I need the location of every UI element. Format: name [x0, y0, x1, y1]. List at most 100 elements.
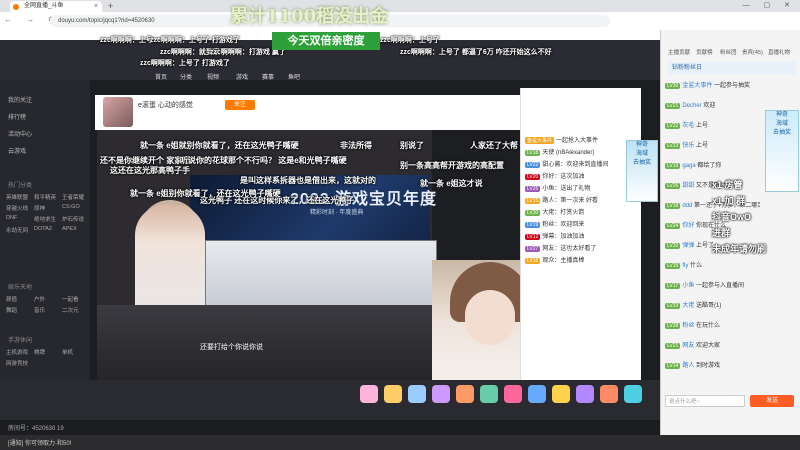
notification-text: [通知] 你可领取力·和50!: [8, 441, 72, 447]
user-name[interactable]: 甜甜: [682, 183, 694, 189]
user-name[interactable]: 粉丝: [682, 323, 694, 329]
gift-icon[interactable]: [624, 385, 642, 403]
user-name[interactable]: 网友: [682, 343, 694, 349]
chat-level-badge: 金鲨大事件: [525, 137, 555, 144]
sidebar-category[interactable]: 王者荣耀: [62, 193, 84, 201]
right-chat-row: LV22 灰毛 上号: [665, 120, 760, 129]
chat-message: 一起参与抽奖: [712, 83, 750, 89]
right-tab[interactable]: 主播贡献: [668, 48, 690, 56]
sidebar-category[interactable]: 棋牌: [34, 348, 45, 356]
level-badge: LV23: [665, 143, 681, 149]
user-name[interactable]: ddd: [682, 203, 692, 209]
level-badge: LV26: [665, 183, 681, 189]
danmu-comment: 就一条 e姐这才说: [420, 179, 483, 188]
sidebar-category[interactable]: 炉石传说: [62, 215, 84, 223]
danmu-comment: 就一条 e姐别你就看了，还在这光鸭子嘴硬: [130, 189, 281, 198]
user-name[interactable]: 金鲨大事件: [682, 83, 712, 89]
user-name[interactable]: 灰毛: [682, 123, 694, 129]
promo-tile[interactable]: 神奇 海域 去抽奖: [626, 140, 658, 202]
sidebar-category[interactable]: 二次元: [62, 306, 79, 314]
follow-button[interactable]: 关注: [225, 100, 255, 110]
sidebar-item[interactable]: 云游戏: [8, 146, 26, 155]
gift-icon[interactable]: [528, 385, 546, 403]
right-tab[interactable]: 贡献榜: [696, 48, 713, 56]
danmu-comment: zzc啊啊啊：上号: [100, 37, 153, 44]
right-promo-line2: 海域: [775, 121, 788, 127]
sidebar-category[interactable]: CS:GO: [62, 204, 80, 210]
sidebar-category[interactable]: 绝地求生: [34, 215, 56, 223]
user-name[interactable]: 弹弹: [682, 243, 694, 249]
gift-icon[interactable]: [480, 385, 498, 403]
sidebar-category[interactable]: 户外: [34, 295, 45, 303]
user-name[interactable]: 快乐: [682, 143, 694, 149]
nav-item[interactable]: 鱼吧: [288, 72, 300, 81]
stream-title: e滚蛋 心动的感觉: [138, 102, 193, 109]
right-promo-tile[interactable]: 神奇 海域 去抽奖: [765, 110, 799, 192]
user-name[interactable]: Decher: [682, 103, 701, 109]
sidebar-item[interactable]: 排行榜: [8, 112, 26, 121]
nav-item[interactable]: 分类: [180, 72, 192, 81]
sidebar-category[interactable]: 永劫无间: [6, 226, 28, 234]
right-chat-row: LV28 粉丝 在玩什么: [665, 320, 760, 329]
sidebar-category[interactable]: 一起看: [62, 295, 79, 303]
sidebar-category[interactable]: 网游竞技: [6, 359, 28, 367]
sidebar-category[interactable]: DNF: [6, 215, 17, 221]
right-chat-row: LV14 路人 到时游戏: [665, 360, 760, 369]
sidebar-category[interactable]: 原神: [34, 204, 45, 212]
sidebar-category[interactable]: 音乐: [34, 306, 45, 314]
chat-message: 什么: [688, 263, 702, 269]
new-tab-button[interactable]: +: [108, 0, 113, 12]
level-badge: LV22: [665, 123, 681, 129]
gift-icon[interactable]: [408, 385, 426, 403]
sidebar-item[interactable]: 活动中心: [8, 129, 32, 138]
streamer-avatar[interactable]: [103, 97, 133, 127]
sidebar-category[interactable]: APEX: [62, 226, 77, 232]
right-tab[interactable]: 贵宾(45): [742, 48, 763, 56]
browser-tab[interactable]: 全网直播_斗鱼 ×: [10, 1, 102, 12]
fan-day-header[interactable]: 钻粉粉丝日: [668, 62, 796, 74]
user-name[interactable]: 路人: [682, 363, 694, 369]
send-button[interactable]: 发送: [750, 395, 794, 407]
nav-item[interactable]: 游戏: [236, 72, 248, 81]
window-controls[interactable]: — ▢ ✕: [743, 0, 796, 12]
right-chat-row: LV23 快乐 上号: [665, 140, 760, 149]
right-tab[interactable]: 粉丝团: [720, 48, 737, 56]
sidebar-category[interactable]: 单机: [62, 348, 73, 356]
gift-icon[interactable]: [360, 385, 378, 403]
right-tab[interactable]: 直播礼物: [768, 48, 790, 56]
level-badge: LV18: [665, 203, 681, 209]
chat-message: 欢迎大家: [694, 343, 720, 349]
sidebar-category[interactable]: DOTA2: [34, 226, 52, 232]
user-name[interactable]: gaga: [682, 163, 695, 169]
gift-icon[interactable]: [600, 385, 618, 403]
sidebar-category[interactable]: 英雄联盟: [6, 193, 28, 201]
sidebar-category[interactable]: 和平精英: [34, 193, 56, 201]
address-bar-container: ← → ⟳ douyu.com/topic/jqcq1?rid=4520630: [0, 12, 800, 31]
gift-icon[interactable]: [576, 385, 594, 403]
danmu-comment: 别一条高高帮开游戏的高配置: [400, 161, 504, 170]
tab-close-icon[interactable]: ×: [94, 1, 98, 12]
sidebar-item[interactable]: 我的关注: [8, 95, 32, 104]
user-name[interactable]: 你好: [682, 223, 694, 229]
gift-icon[interactable]: [432, 385, 450, 403]
sidebar-category[interactable]: 穿越火线: [6, 204, 28, 212]
notification-bar: [通知] 你可领取力·和50!: [0, 435, 800, 450]
user-name[interactable]: 大佬: [682, 303, 694, 309]
chat-row: LV22 甜心酱：欢迎来到直播间: [525, 159, 635, 168]
user-name[interactable]: 小鱼: [682, 283, 694, 289]
sidebar-category[interactable]: 主机游戏: [6, 348, 28, 356]
tab-title: 全网直播_斗鱼: [24, 3, 64, 9]
promo-line3: 去抽奖: [632, 160, 651, 166]
sidebar-category[interactable]: 颜值: [6, 295, 17, 303]
sidebar-category[interactable]: 舞蹈: [6, 306, 17, 314]
video-subtitle: 还要打给个你说你说: [200, 344, 263, 351]
nav-item[interactable]: 赛事: [262, 72, 274, 81]
chat-row: LV19 粉丝：欢迎回来: [525, 219, 635, 228]
gift-icon[interactable]: [384, 385, 402, 403]
nav-item[interactable]: 视频: [207, 72, 219, 81]
chat-input[interactable]: 说点什么吧~: [665, 395, 745, 407]
gift-icon[interactable]: [456, 385, 474, 403]
gift-icon[interactable]: [552, 385, 570, 403]
gift-icon[interactable]: [504, 385, 522, 403]
nav-item[interactable]: 首页: [155, 72, 167, 81]
